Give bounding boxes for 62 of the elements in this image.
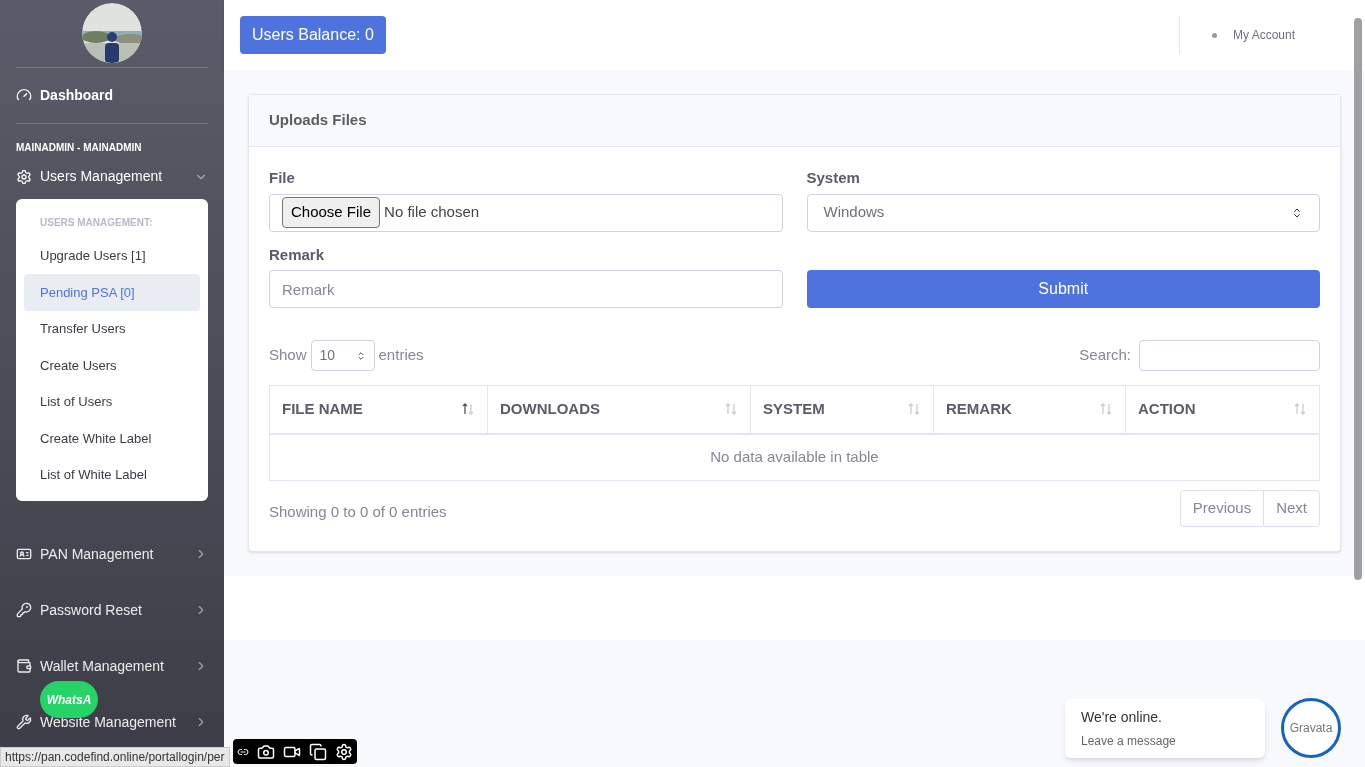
sidebar-item[interactable]: Wallet Management [16,655,208,677]
column-header[interactable]: REMARK [933,385,1126,434]
column-header[interactable]: DOWNLOADS [487,385,751,434]
chat-popup[interactable]: We're online. Leave a message [1065,699,1265,758]
length-label: entries [378,345,424,366]
submenu-item[interactable]: Pending PSA [0] [24,274,200,311]
key-icon [16,602,32,618]
sort-icon [724,402,738,417]
search-label: Search: [1079,345,1131,366]
wrench-icon [16,714,32,730]
file-status: No file chosen [384,202,480,223]
bullet-icon [1211,32,1217,38]
gear-icon [16,168,32,185]
field-label: Remark [269,244,326,265]
wallet-icon [16,658,32,674]
settings-icon[interactable] [335,742,353,761]
sidebar-heading: MAINADMIN - MAINADMIN [16,140,143,155]
file-input[interactable]: Choose File No file chosen [269,193,783,232]
card-title: Uploads Files [269,110,367,131]
pagination-button[interactable]: Previous [1179,490,1265,527]
select-arrow-icon [1291,206,1303,219]
chat-avatar[interactable]: Gravata [1281,698,1341,758]
id-card-icon [16,546,32,562]
search-field[interactable] [1139,340,1320,371]
field-label: System [806,168,861,188]
empty-table-message: No data available in table [269,433,1320,481]
sort-icon [907,402,921,417]
dashboard-icon [16,87,32,103]
length-label: Show [269,345,307,366]
choose-file-button[interactable]: Choose File [282,197,381,228]
pagination-button[interactable]: Next [1263,490,1320,527]
column-header[interactable]: FILE NAME [269,385,488,434]
status-url: https://pan.codefind.online/portallogin/per [0,747,230,767]
submenu-item[interactable]: Upgrade Users [1] [24,237,200,274]
length-select[interactable]: 10 [310,340,375,371]
submenu-item[interactable]: Transfer Users [24,310,200,347]
camera-icon[interactable] [257,742,275,761]
account-link[interactable]: My Account [1232,26,1295,44]
sidebar-item[interactable]: Dashboard [16,67,208,124]
sort-icon [461,402,475,417]
sort-icon [1293,402,1307,417]
submit-button[interactable]: Submit [806,270,1320,308]
sidebar-item[interactable]: PAN Management [16,543,208,565]
sidebar-item[interactable]: Password Reset [16,599,208,621]
sort-icon [1099,402,1113,417]
submenu-item[interactable]: List of Users [24,383,200,420]
field-label: File [269,168,296,188]
submenu-item[interactable]: Create Users [24,347,200,384]
select-arrow-icon [355,350,366,361]
sidebar-item[interactable]: Users Management [16,165,208,188]
copy-icon[interactable] [309,742,327,761]
table-info: Showing 0 to 0 of 0 entries [269,502,448,523]
submenu-heading: USERS MANAGEMENT: [39,215,154,230]
column-header[interactable]: SYSTEM [750,385,934,434]
submenu-item[interactable]: Create White Label [24,420,200,457]
chat-title: We're online. [1081,708,1163,727]
column-header[interactable]: ACTION [1125,385,1320,434]
submenu-item[interactable]: List of White Label [24,456,200,493]
balance-button[interactable]: Users Balance: 0 [240,16,386,54]
chat-subtitle: Leave a message [1081,733,1177,750]
system-select[interactable]: Windows [806,193,1320,232]
remark-field[interactable]: Remark [269,270,783,308]
